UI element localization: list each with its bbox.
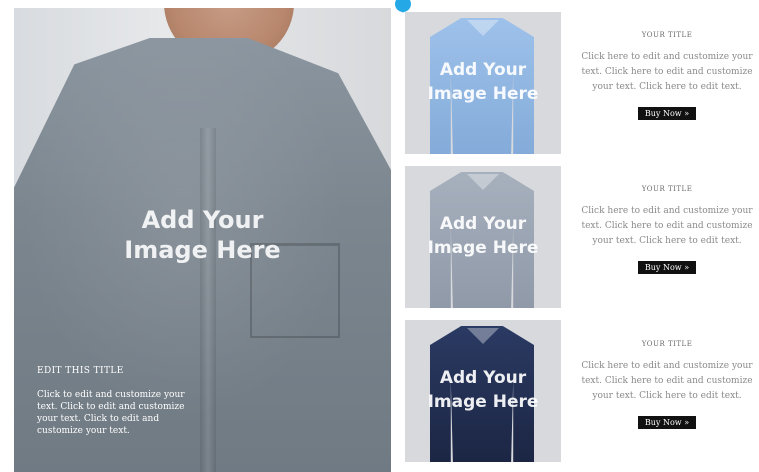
- product-text-3: YOUR TITLE Click here to edit and custom…: [575, 340, 759, 429]
- product-image-1[interactable]: Add Your Image Here: [405, 12, 561, 154]
- hero-caption-title[interactable]: EDIT THIS TITLE: [37, 366, 124, 376]
- hero-placeholder-line1: Add Your: [141, 206, 264, 234]
- placeholder-line2: Image Here: [427, 84, 539, 104]
- hero-image-placeholder-text: Add Your Image Here: [14, 205, 391, 265]
- product-title[interactable]: YOUR TITLE: [575, 31, 759, 39]
- image-placeholder-text: Add Your Image Here: [423, 58, 543, 106]
- placeholder-line2: Image Here: [427, 238, 539, 258]
- hero-caption-body[interactable]: Click to edit and customize your text. C…: [37, 389, 187, 437]
- product-description[interactable]: Click here to edit and customize your te…: [577, 359, 757, 404]
- product-image-3[interactable]: Add Your Image Here: [405, 320, 561, 462]
- product-image-2[interactable]: Add Your Image Here: [405, 166, 561, 308]
- product-description[interactable]: Click here to edit and customize your te…: [577, 50, 757, 95]
- product-description[interactable]: Click here to edit and customize your te…: [577, 204, 757, 249]
- location-pin-icon: [395, 0, 411, 13]
- placeholder-line1: Add Your: [439, 60, 527, 80]
- image-placeholder-text: Add Your Image Here: [423, 212, 543, 260]
- placeholder-line1: Add Your: [439, 368, 527, 388]
- placeholder-line1: Add Your: [439, 214, 527, 234]
- shirt-placket: [200, 128, 216, 472]
- hero-placeholder-line2: Image Here: [124, 236, 281, 264]
- buy-now-button[interactable]: Buy Now »: [637, 416, 697, 429]
- image-placeholder-text: Add Your Image Here: [423, 366, 543, 414]
- product-title[interactable]: YOUR TITLE: [575, 340, 759, 348]
- product-text-2: YOUR TITLE Click here to edit and custom…: [575, 185, 759, 274]
- product-text-1: YOUR TITLE Click here to edit and custom…: [575, 31, 759, 120]
- buy-now-button[interactable]: Buy Now »: [637, 107, 697, 120]
- product-title[interactable]: YOUR TITLE: [575, 185, 759, 193]
- buy-now-button[interactable]: Buy Now »: [637, 261, 697, 274]
- placeholder-line2: Image Here: [427, 392, 539, 412]
